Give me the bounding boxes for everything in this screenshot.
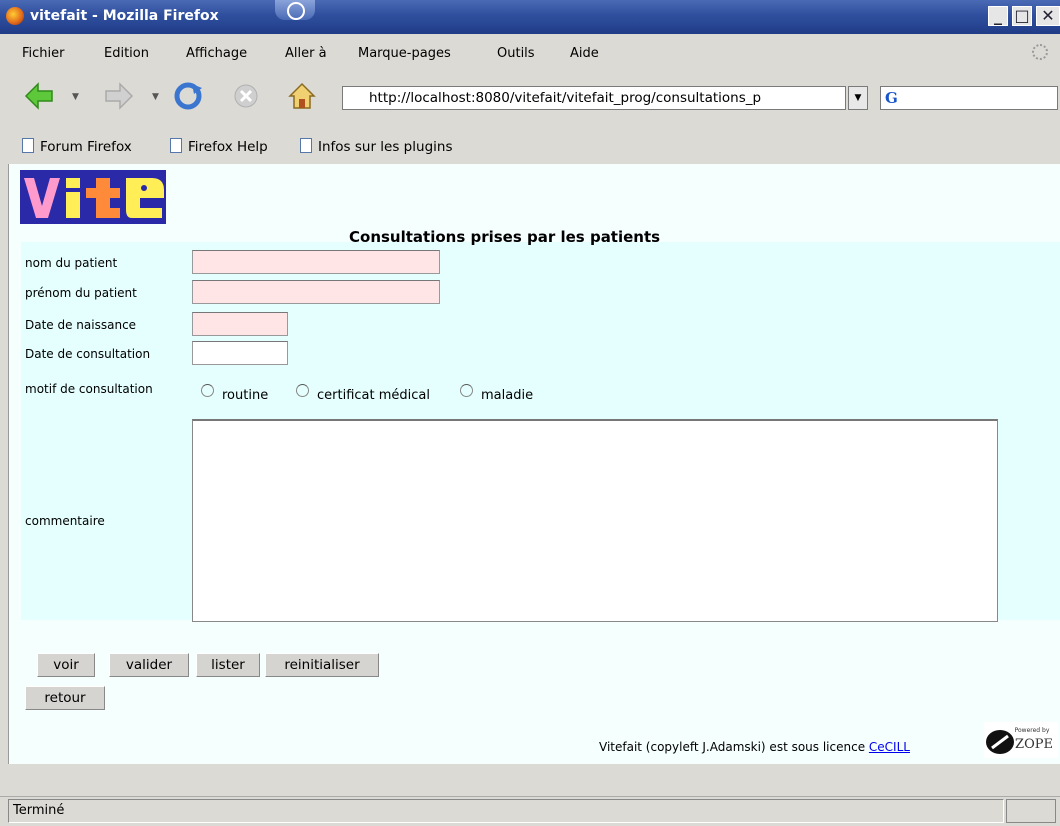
nom-label: nom du patient: [25, 256, 118, 270]
status-bar: Terminé: [0, 796, 1060, 826]
status-text: Terminé: [8, 799, 1004, 823]
zope-badge-small-text: Powered by: [1015, 727, 1050, 734]
close-button[interactable]: ✕: [1036, 6, 1060, 26]
bookmark-infos-plugins[interactable]: Infos sur les plugins: [300, 138, 452, 155]
radio-routine[interactable]: routine: [201, 384, 268, 403]
reload-icon[interactable]: [172, 80, 204, 112]
bookmark-firefox-help[interactable]: Firefox Help: [170, 138, 268, 155]
voir-button[interactable]: voir: [37, 653, 95, 677]
page-icon: [300, 138, 312, 153]
commentaire-label: commentaire: [25, 514, 105, 528]
url-history-dropdown-icon[interactable]: ▼: [848, 86, 868, 110]
back-history-dropdown-icon[interactable]: ▼: [72, 92, 79, 102]
bookmarks-toolbar: Forum Firefox Firefox Help Infos sur les…: [0, 128, 1060, 164]
search-input[interactable]: G: [880, 86, 1058, 110]
status-panel: [1006, 799, 1056, 823]
menu-edition[interactable]: Edition: [104, 46, 149, 61]
bookmark-forum-firefox[interactable]: Forum Firefox: [22, 138, 132, 155]
navigation-toolbar: ▼ ▼ http://localhost:8080/vitefait/vitef…: [0, 70, 1060, 128]
firefox-icon: [6, 7, 24, 25]
forward-history-dropdown-icon[interactable]: ▼: [152, 92, 159, 102]
forward-arrow-icon[interactable]: [104, 80, 136, 112]
radio-maladie[interactable]: maladie: [460, 384, 533, 403]
zope-badge-text: ZOPE: [1015, 737, 1053, 752]
footer: Vitefait (copyleft J.Adamski) est sous l…: [599, 740, 910, 754]
reinitialiser-button[interactable]: reinitialiser: [265, 653, 379, 677]
radio-circle-icon[interactable]: [201, 384, 214, 397]
cecill-link[interactable]: CeCILL: [869, 740, 910, 754]
menu-aide[interactable]: Aide: [570, 46, 599, 61]
url-input[interactable]: http://localhost:8080/vitefait/vitefait_…: [342, 86, 846, 110]
google-search-icon[interactable]: G: [885, 89, 898, 107]
zope-badge-icon: Powered by ZOPE: [984, 722, 1058, 758]
retour-button[interactable]: retour: [25, 686, 105, 710]
spin-indicator-icon: [275, 0, 315, 20]
radio-certificat[interactable]: certificat médical: [296, 384, 430, 403]
prenom-label: prénom du patient: [25, 286, 137, 300]
home-icon[interactable]: [286, 80, 318, 112]
valider-button[interactable]: valider: [109, 653, 189, 677]
window-titlebar: vitefait - Mozilla Firefox _ □ ✕: [0, 0, 1060, 34]
page-title: Consultations prises par les patients: [349, 228, 661, 246]
page-icon: [170, 138, 182, 153]
maximize-button[interactable]: □: [1012, 6, 1032, 26]
naissance-label: Date de naissance: [25, 318, 137, 332]
menu-fichier[interactable]: Fichier: [22, 46, 65, 61]
nom-input[interactable]: [192, 250, 440, 274]
prenom-input[interactable]: [192, 280, 440, 304]
radio-circle-icon[interactable]: [460, 384, 473, 397]
radio-circle-icon[interactable]: [296, 384, 309, 397]
page-content: Consultations prises par les patients no…: [8, 164, 1060, 764]
vite-logo: [20, 170, 166, 224]
menu-marque-pages[interactable]: Marque-pages: [358, 46, 451, 61]
menu-bar: Fichier Edition Affichage Aller à Marque…: [0, 34, 1060, 70]
back-arrow-icon[interactable]: [22, 80, 54, 112]
menu-outils[interactable]: Outils: [497, 46, 535, 61]
stop-icon[interactable]: [230, 80, 262, 112]
throbber-icon: [1032, 44, 1048, 60]
commentaire-textarea[interactable]: [192, 419, 998, 622]
window-title: vitefait - Mozilla Firefox: [30, 8, 219, 24]
naissance-input[interactable]: [192, 312, 288, 336]
motif-label: motif de consultation: [25, 382, 153, 396]
menu-aller-a[interactable]: Aller à: [285, 46, 327, 61]
minimize-button[interactable]: _: [988, 6, 1008, 26]
consultation-date-label: Date de consultation: [25, 347, 151, 361]
page-icon: [22, 138, 34, 153]
menu-affichage[interactable]: Affichage: [186, 46, 247, 61]
consultation-date-input[interactable]: [192, 341, 288, 365]
lister-button[interactable]: lister: [196, 653, 260, 677]
